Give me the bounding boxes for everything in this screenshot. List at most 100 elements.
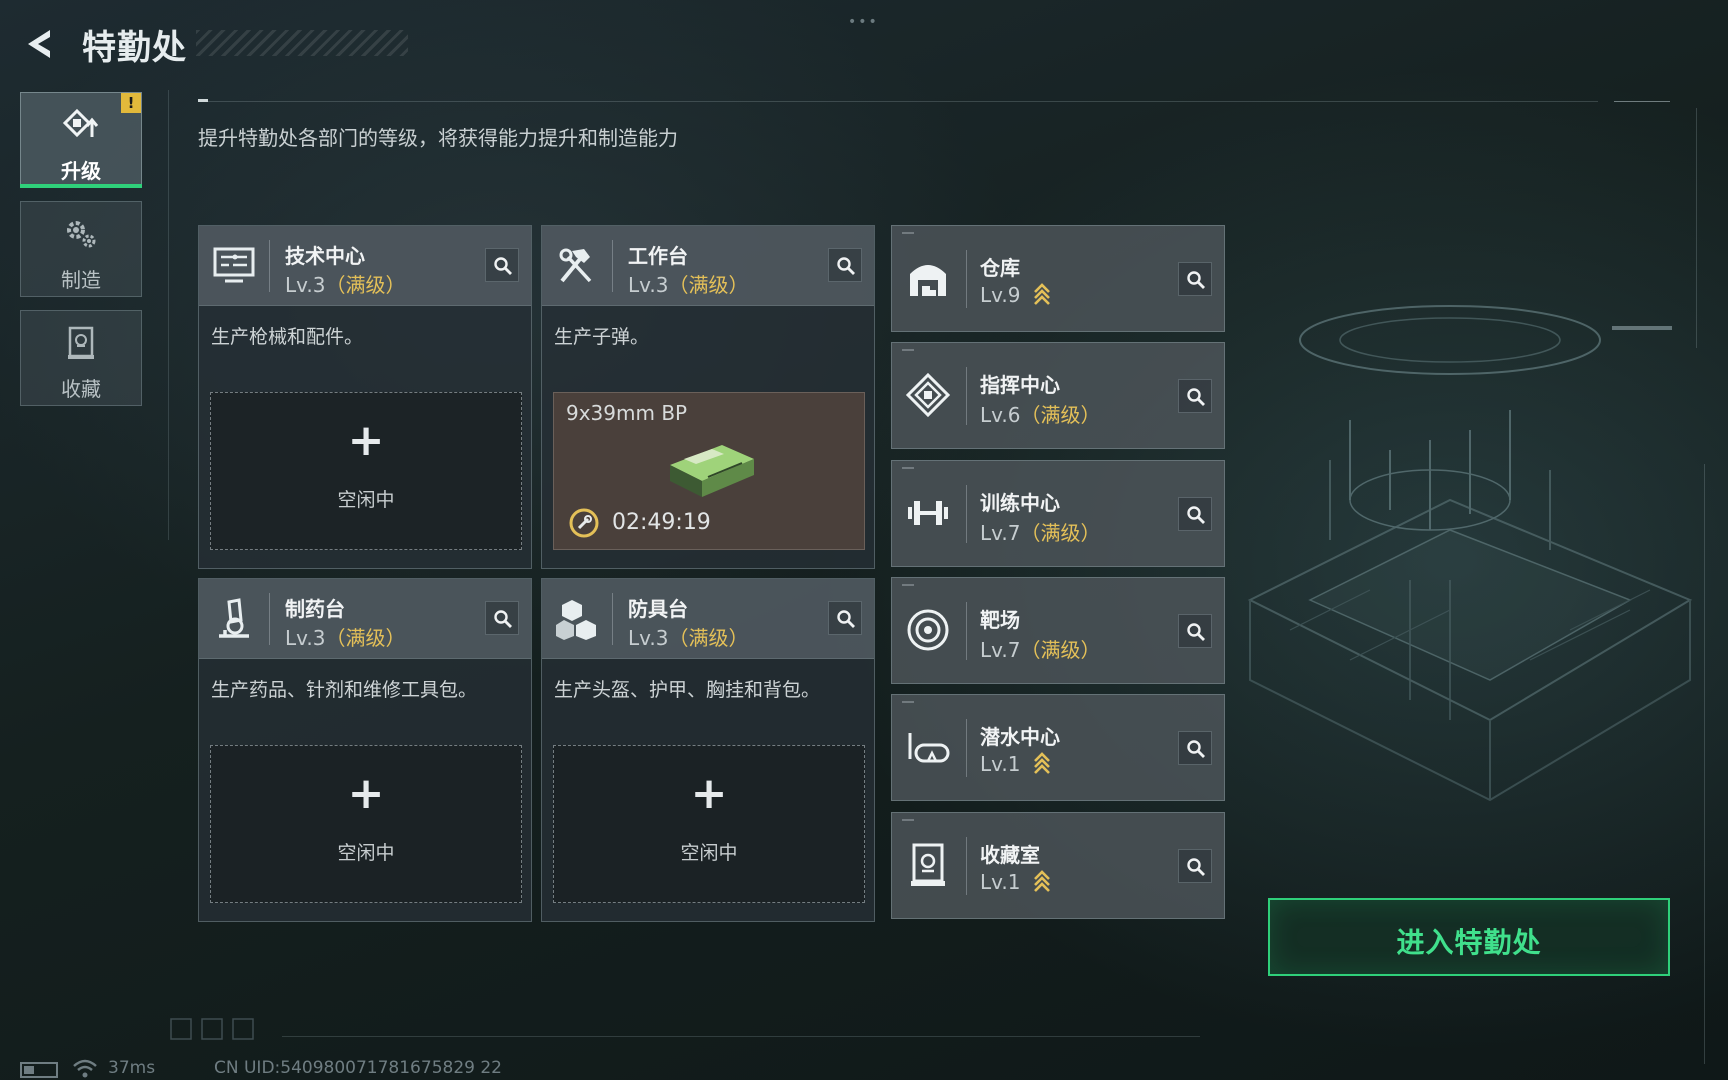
level-value: Lv.3 (628, 626, 669, 650)
room-row-warehouse[interactable]: 仓库 Lv.9 (891, 225, 1225, 332)
sidebar-tab-label: 升级 (61, 159, 101, 183)
facility-level: Lv.3（满级） (285, 622, 406, 651)
level-value: Lv.7 (980, 521, 1021, 545)
room-level: Lv.7（满级） (980, 634, 1101, 663)
inspect-button[interactable] (1178, 849, 1212, 883)
facility-name: 工作台 (628, 244, 688, 268)
enter-hq-button[interactable]: 进入特勤处 (1268, 898, 1670, 976)
collection-room-icon (911, 843, 945, 886)
ammo-box-icon (670, 445, 754, 497)
inspect-button[interactable] (1178, 731, 1212, 765)
room-row-collection-room[interactable]: 收藏室 Lv.1 (891, 812, 1225, 919)
add-icon: + (347, 415, 385, 466)
inspect-button[interactable] (1178, 379, 1212, 413)
craft-slot-empty[interactable]: + 空闲中 (553, 745, 865, 903)
room-name: 训练中心 (980, 491, 1060, 515)
right-edge-line (1704, 464, 1705, 1064)
facility-level: Lv.3（满级） (628, 622, 749, 651)
max-level-tag: （满级） (1020, 521, 1101, 545)
command-chip-icon (905, 372, 951, 418)
footer-decoration (170, 1018, 254, 1040)
level-value: Lv.3 (285, 626, 326, 650)
room-name: 潜水中心 (980, 725, 1060, 749)
facility-description: 生产枪械和配件。 (211, 326, 364, 348)
monitor-icon (213, 247, 255, 283)
base-wireframe-illustration (1247, 305, 1693, 802)
max-level-tag: （满级） (1020, 403, 1101, 427)
max-level-tag: （满级） (325, 626, 406, 650)
craft-slot-empty[interactable]: + 空闲中 (210, 745, 522, 903)
slot-status: 空闲中 (337, 842, 395, 864)
inspect-button[interactable] (1178, 497, 1212, 531)
max-level-tag: （满级） (668, 626, 749, 650)
battery-icon (20, 1062, 58, 1078)
page-subtitle: 提升特勤处各部门的等级，将获得能力提升和制造能力 (198, 126, 678, 150)
upgrade-available-icon (1033, 870, 1050, 892)
upgrade-available-icon (1033, 283, 1050, 305)
sidebar-tab-upgrade[interactable]: ! 升级 (20, 92, 142, 188)
wifi-icon (73, 1059, 97, 1078)
level-value: Lv.1 (980, 752, 1021, 776)
room-row-training-center[interactable]: 训练中心 Lv.7（满级） (891, 460, 1225, 567)
room-row-diving-center[interactable]: 潜水中心 Lv.1 (891, 694, 1225, 801)
header-separator (612, 593, 613, 645)
upgrade-available-icon (1033, 752, 1050, 774)
header-separator (612, 240, 613, 292)
microscope-icon (219, 598, 249, 638)
search-icon (1187, 506, 1205, 524)
craft-timer: 02:49:19 (612, 510, 711, 535)
row-separator (966, 719, 967, 777)
inspect-button[interactable] (485, 601, 519, 635)
sidebar-tab-collection[interactable]: 收藏 (20, 310, 142, 406)
target-icon (907, 609, 949, 651)
room-level: Lv.9 (980, 282, 1051, 307)
search-icon (1187, 388, 1205, 406)
room-level: Lv.7（满级） (980, 517, 1101, 546)
facility-card-workbench[interactable]: 工作台 Lv.3（满级） 生产子弹。 9x39mm BP 02:49:19 (541, 225, 875, 569)
warehouse-icon (910, 265, 946, 296)
sidebar-tab-label: 收藏 (61, 377, 101, 401)
header-separator (269, 593, 270, 645)
sidebar-tab-craft[interactable]: 制造 (20, 201, 142, 297)
room-row-command-center[interactable]: 指挥中心 Lv.6（满级） (891, 342, 1225, 449)
search-icon (494, 610, 512, 628)
facility-description: 生产头盔、护甲、胸挂和背包。 (554, 679, 821, 701)
inspect-button[interactable] (828, 601, 862, 635)
inspect-button[interactable] (828, 248, 862, 282)
max-level-tag: （满级） (325, 273, 406, 297)
add-icon: + (690, 768, 728, 819)
upgrade-icon (62, 108, 99, 138)
facility-card-tech-center[interactable]: 技术中心 Lv.3（满级） 生产枪械和配件。 + 空闲中 (198, 225, 532, 569)
search-icon (1187, 740, 1205, 758)
card-header: 技术中心 Lv.3（满级） (199, 226, 531, 306)
ping-readout: 37ms (108, 1058, 156, 1078)
cubes-icon (556, 600, 596, 640)
craft-slot-active[interactable]: 9x39mm BP 02:49:19 (553, 392, 865, 550)
timer-icon (569, 508, 599, 538)
card-header: 防具台 Lv.3（满级） (542, 579, 874, 659)
back-button[interactable] (20, 24, 60, 64)
room-row-shooting-range[interactable]: 靶场 Lv.7（满级） (891, 577, 1225, 684)
right-edge-marker (1612, 326, 1672, 330)
facility-card-armor-bench[interactable]: 防具台 Lv.3（满级） 生产头盔、护甲、胸挂和背包。 + 空闲中 (541, 578, 875, 922)
search-icon (1187, 623, 1205, 641)
level-value: Lv.7 (980, 638, 1021, 662)
inspect-button[interactable] (1178, 262, 1212, 296)
user-uid: CN UID:540980071781675829 22 (214, 1058, 502, 1078)
facility-name: 技术中心 (285, 244, 365, 268)
room-name: 靶场 (980, 608, 1020, 632)
craft-slot-empty[interactable]: + 空闲中 (210, 392, 522, 550)
facility-card-pharmacy[interactable]: 制药台 Lv.3（满级） 生产药品、针剂和维修工具包。 + 空闲中 (198, 578, 532, 922)
header-separator (269, 240, 270, 292)
room-name: 指挥中心 (980, 373, 1060, 397)
room-name: 仓库 (980, 256, 1020, 280)
slot-status: 空闲中 (337, 489, 395, 511)
card-header: 工作台 Lv.3（满级） (542, 226, 874, 306)
footer-divider (282, 1036, 1200, 1037)
search-icon (1187, 271, 1205, 289)
sidebar-divider (168, 90, 169, 540)
facility-name: 防具台 (628, 597, 688, 621)
inspect-button[interactable] (1178, 614, 1212, 648)
inspect-button[interactable] (485, 248, 519, 282)
collection-icon (68, 326, 94, 359)
